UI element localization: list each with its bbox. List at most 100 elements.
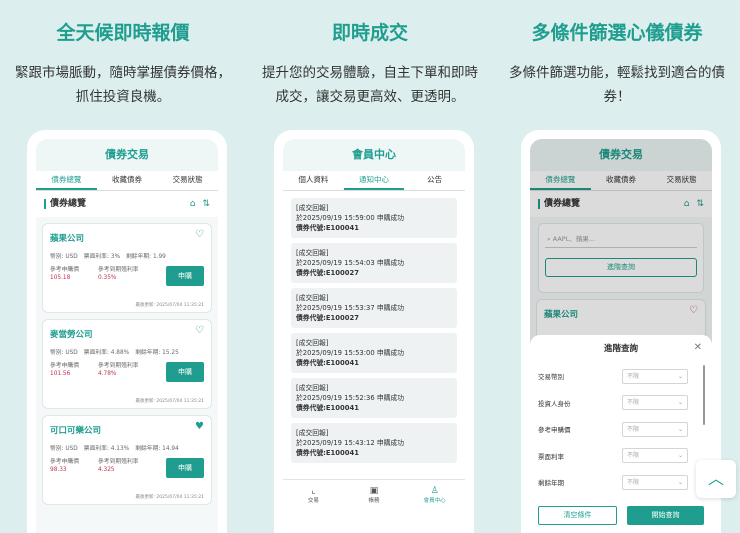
- tab-notifications[interactable]: 通知中心: [343, 171, 405, 190]
- notification-item[interactable]: [成交回報] 於2025/09/19 15:54:03 申購成功 債券代號:E100…: [291, 243, 457, 283]
- bond-name: 麥當勞公司: [50, 330, 93, 340]
- filter-select[interactable]: 不限 ⌄: [622, 474, 688, 490]
- user-icon: ♙: [430, 486, 439, 496]
- back-to-top-button[interactable]: ︿: [696, 460, 736, 498]
- filter-select[interactable]: 不限 ⌄: [622, 368, 688, 384]
- notice-heading: [成交回報]: [296, 249, 329, 257]
- bond-price-row: 參考申購價 101.56 參考到期殖利率 4.78% 申購: [50, 362, 204, 382]
- filter-select[interactable]: 不限 ⌄: [622, 395, 688, 411]
- nav-account[interactable]: ▣ 帳務: [344, 480, 405, 515]
- ledger-icon: ▣: [369, 486, 379, 496]
- modal-title: 進階查詢: [603, 344, 638, 354]
- start-search-button[interactable]: 開始查詢: [627, 506, 704, 525]
- feature-title: 全天候即時報價: [56, 22, 190, 44]
- notification-item[interactable]: [成交回報] 於2025/09/19 15:53:00 申購成功 債券代號:E100…: [291, 333, 457, 373]
- chart-icon: ⌞: [311, 486, 316, 496]
- bond-currency: 幣別: USD: [50, 350, 78, 356]
- filter-icon[interactable]: ⌂: [190, 199, 196, 209]
- phone-mockup: 債券交易 債券總覽 收藏債券 交易狀態 債券總覽 ⌂ ⇅ ⌕ AAPL、蘋果..…: [521, 130, 721, 533]
- chevron-down-icon: ⌄: [677, 452, 683, 460]
- chevron-up-icon: ︿: [707, 469, 724, 488]
- bond-yield-block: 參考到期殖利率 0.35%: [98, 266, 158, 282]
- modal-actions: 清空條件 開始查詢: [538, 506, 704, 525]
- feature-title: 多條件篩選心儀債券: [531, 22, 703, 44]
- bond-card[interactable]: 麥當勞公司 ♡ 幣別: USD 票面利率: 4.88% 剩餘年期: 15.25 參考…: [42, 319, 212, 409]
- filter-value: 不限: [627, 425, 640, 433]
- price-label: 參考申購價: [50, 459, 79, 465]
- filter-currency: 交易幣別 不限 ⌄: [530, 363, 712, 390]
- tab-bar: 債券總覽 收藏債券 交易狀態: [36, 171, 218, 191]
- nav-trade[interactable]: ⌞ 交易: [283, 480, 344, 515]
- filter-select[interactable]: 不限 ⌄: [622, 448, 688, 464]
- favorite-heart-filled-icon[interactable]: ♥: [195, 421, 204, 432]
- sort-icon[interactable]: ⇅: [202, 199, 210, 209]
- chevron-down-icon: ⌄: [677, 425, 683, 433]
- notice-bond-code: 債券代號:E100041: [296, 224, 359, 232]
- bond-remaining-years: 剩餘年期: 1.99: [125, 254, 166, 260]
- notice-line: 於2025/09/19 15:52:36 申購成功: [296, 394, 405, 402]
- bond-card[interactable]: 可口可樂公司 ♥ 幣別: USD 票面利率: 4.13% 剩餘年期: 14.94 參…: [42, 415, 212, 505]
- clear-filters-button[interactable]: 清空條件: [538, 506, 617, 525]
- yield-value: 0.35%: [98, 275, 117, 281]
- notice-line: 於2025/09/19 15:43:12 申購成功: [296, 439, 405, 447]
- chevron-down-icon: ⌄: [677, 478, 683, 486]
- close-icon[interactable]: ✕: [694, 342, 702, 353]
- price-value: 101.56: [50, 371, 71, 377]
- notice-line: 於2025/09/19 15:53:37 申購成功: [296, 304, 405, 312]
- feature-title: 即時成交: [331, 22, 408, 44]
- notice-line: 於2025/09/19 15:53:00 申購成功: [296, 349, 405, 357]
- bond-currency: 幣別: USD: [50, 254, 78, 260]
- yield-label: 參考到期殖利率: [98, 267, 139, 273]
- updated-timestamp: 最後更新: 2025/07/04 11:35:21: [135, 399, 204, 404]
- price-value: 105.18: [50, 275, 71, 281]
- notice-line: 於2025/09/19 15:59:00 申購成功: [296, 214, 405, 222]
- notification-item[interactable]: [成交回報] 於2025/09/19 15:52:36 申購成功 債券代號:E100…: [291, 378, 457, 418]
- notification-item[interactable]: [成交回報] 於2025/09/19 15:53:37 申購成功 債券代號:E100…: [291, 288, 457, 328]
- bond-remaining-years: 剩餘年期: 15.25: [135, 350, 179, 356]
- filter-investor-type: 投資人身份 不限 ⌄: [530, 390, 712, 417]
- tab-trade-status[interactable]: 交易狀態: [157, 171, 218, 190]
- notice-bond-code: 債券代號:E100027: [296, 314, 359, 322]
- favorite-heart-icon[interactable]: ♡: [195, 325, 204, 336]
- nav-label: 交易: [307, 498, 319, 504]
- bond-price-row: 參考申購價 105.18 參考到期殖利率 0.35% 申購: [50, 266, 204, 286]
- notification-item[interactable]: [成交回報] 於2025/09/19 15:59:00 申購成功 債券代號:E100…: [291, 198, 457, 238]
- filter-value: 不限: [627, 478, 640, 486]
- phone-mockup: 債券交易 債券總覽 收藏債券 交易狀態 債券總覽 ⌂ ⇅ 蘋果公司 ♡ 幣別: …: [27, 130, 227, 533]
- bond-name: 可口可樂公司: [50, 426, 102, 436]
- notification-item[interactable]: [成交回報] 於2025/09/19 15:43:12 申購成功 債券代號:E100…: [291, 423, 457, 463]
- tab-bond-overview[interactable]: 債券總覽: [36, 171, 97, 190]
- bottom-nav: ⌞ 交易 ▣ 帳務 ♙ 會員中心: [283, 479, 465, 515]
- updated-timestamp: 最後更新: 2025/07/04 11:35:21: [135, 303, 204, 308]
- tab-profile[interactable]: 個人資料: [283, 171, 344, 190]
- filter-value: 不限: [627, 452, 640, 460]
- updated-timestamp: 最後更新: 2025/07/04 11:35:21: [135, 495, 204, 500]
- section-header: 債券總覽 ⌂ ⇅: [36, 191, 218, 217]
- notice-bond-code: 債券代號:E100041: [296, 359, 359, 367]
- filter-label: 參考申購價: [538, 426, 571, 435]
- nav-label: 帳務: [368, 498, 380, 504]
- filter-value: 不限: [627, 372, 640, 380]
- bond-currency: 幣別: USD: [50, 446, 78, 452]
- filter-select[interactable]: 不限 ⌄: [622, 421, 688, 437]
- buy-button[interactable]: 申購: [166, 362, 204, 382]
- feature-description: 提升您的交易體驗，自主下單和即時成交，讓交易更高效、更透明。: [262, 65, 478, 105]
- bond-price-block: 參考申購價 98.33: [50, 458, 98, 474]
- bond-price-row: 參考申購價 98.33 參考到期殖利率 4.325 申購: [50, 458, 204, 478]
- bond-meta: 幣別: USD 票面利率: 4.13% 剩餘年期: 14.94: [50, 443, 204, 452]
- buy-button[interactable]: 申購: [166, 458, 204, 478]
- phone-screen: 債券交易 債券總覽 收藏債券 交易狀態 債券總覽 ⌂ ⇅ 蘋果公司 ♡ 幣別: …: [36, 139, 218, 533]
- bond-meta: 幣別: USD 票面利率: 4.88% 剩餘年期: 15.25: [50, 347, 204, 356]
- phone-screen: 會員中心 個人資料 通知中心 公告 [成交回報] 於2025/09/19 15:5…: [283, 139, 465, 533]
- tab-announcements[interactable]: 公告: [404, 171, 465, 190]
- price-value: 98.33: [50, 467, 67, 473]
- bond-coupon: 票面利率: 4.88%: [83, 350, 130, 356]
- buy-button[interactable]: 申購: [166, 266, 204, 286]
- bond-card[interactable]: 蘋果公司 ♡ 幣別: USD 票面利率: 3% 剩餘年期: 1.99 參考申購價 10…: [42, 223, 212, 313]
- tab-favorites[interactable]: 收藏債券: [97, 171, 158, 190]
- modal-scrollbar[interactable]: [703, 365, 705, 425]
- bond-remaining-years: 剩餘年期: 14.94: [135, 446, 179, 452]
- favorite-heart-icon[interactable]: ♡: [195, 229, 204, 240]
- nav-member-center[interactable]: ♙ 會員中心: [404, 480, 465, 515]
- phone-mockup: 會員中心 個人資料 通知中心 公告 [成交回報] 於2025/09/19 15:5…: [274, 130, 474, 533]
